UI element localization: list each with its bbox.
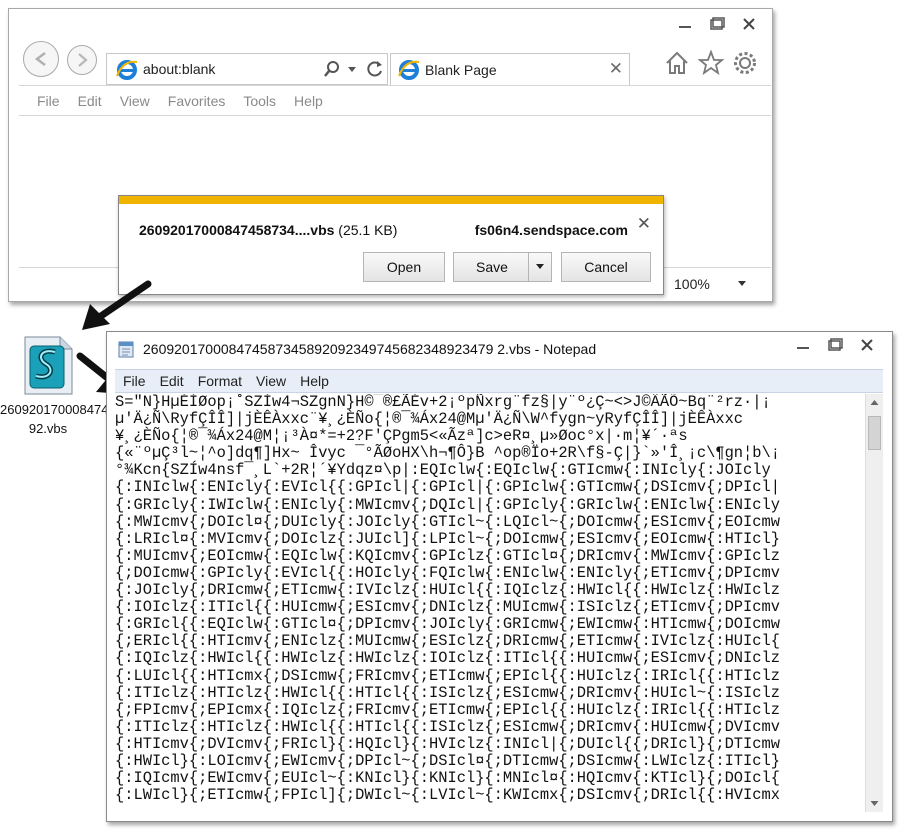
back-icon [34, 52, 46, 66]
scrollbar-thumb[interactable] [868, 416, 881, 450]
download-host: fs06n4.sendspace.com [474, 222, 628, 238]
close-icon [743, 18, 755, 30]
tab-title: Blank Page [425, 62, 497, 78]
notepad-window-controls [788, 334, 882, 356]
tab-blank-page[interactable]: Blank Page ✕ [390, 53, 630, 85]
menu-favorites[interactable]: Favorites [168, 86, 226, 115]
minimize-icon [679, 26, 691, 28]
zoom-dropdown-icon[interactable] [737, 280, 747, 288]
refresh-icon[interactable] [365, 59, 385, 79]
menu-edit[interactable]: Edit [78, 86, 102, 115]
scroll-up-icon[interactable] [870, 399, 879, 406]
search-icon[interactable] [323, 60, 341, 78]
download-file-size: (25.1 KB) [338, 222, 398, 238]
menu-view[interactable]: View [256, 370, 286, 392]
notepad-window: 2609201700084745873458920923497456823489… [106, 331, 893, 822]
menu-help[interactable]: Help [294, 86, 323, 115]
restore-icon [710, 17, 725, 30]
download-file-name: 26092017000847458734....vbs [139, 222, 335, 238]
home-icon[interactable] [663, 49, 691, 77]
chevron-down-icon [536, 264, 544, 269]
notepad-title: 2609201700084745873458920923497456823489… [143, 341, 597, 357]
close-window-button[interactable] [852, 334, 882, 356]
menu-help[interactable]: Help [300, 370, 329, 392]
vbs-script-icon[interactable] [22, 336, 74, 396]
arrow-icon [82, 280, 152, 330]
menu-edit[interactable]: Edit [160, 370, 184, 392]
save-button[interactable]: Save [453, 252, 531, 282]
ie-logo-icon [116, 60, 138, 80]
close-window-button[interactable] [734, 13, 764, 35]
desktop-file-label[interactable]: 2609201700084745873458920923497456823489… [0, 400, 318, 438]
download-bar-stripe [119, 196, 663, 204]
chevron-down-icon[interactable] [347, 66, 357, 74]
forward-button[interactable] [67, 45, 97, 75]
address-bar[interactable]: about:blank [106, 53, 388, 85]
settings-gear-icon[interactable] [731, 49, 759, 77]
zoom-level[interactable]: 100% [674, 276, 710, 292]
minimize-button[interactable] [670, 13, 700, 35]
tab-close-icon[interactable]: ✕ [609, 59, 623, 79]
vertical-scrollbar[interactable] [865, 394, 883, 812]
ie-menubar: File Edit View Favorites Tools Help [19, 85, 771, 116]
favorites-star-icon[interactable] [697, 49, 725, 77]
ie-window-controls [670, 13, 764, 35]
close-icon [861, 339, 873, 351]
forward-icon [78, 53, 88, 67]
back-button[interactable] [23, 41, 59, 77]
notepad-text-area[interactable]: S="N}HµÉÍØop¡˚SZÍw4¬SZgnN}H©¯®£ÃÉv+2¡ºpÑ… [115, 394, 859, 812]
restore-icon [828, 338, 843, 351]
maximize-button[interactable] [820, 334, 850, 356]
maximize-button[interactable] [702, 13, 732, 35]
notepad-icon [118, 341, 134, 358]
minimize-button[interactable] [788, 334, 818, 356]
menu-view[interactable]: View [120, 86, 150, 115]
menu-format[interactable]: Format [198, 370, 242, 392]
minimize-icon [797, 347, 809, 349]
menu-tools[interactable]: Tools [243, 86, 276, 115]
ie-logo-icon [398, 60, 420, 80]
cancel-button[interactable]: Cancel [561, 252, 651, 282]
download-bar: 26092017000847458734....vbs (25.1 KB) fs… [118, 195, 664, 295]
download-close-icon[interactable]: ✕ [637, 214, 651, 234]
notepad-menubar: File Edit Format View Help [115, 369, 883, 393]
save-dropdown-button[interactable] [528, 252, 552, 282]
menu-file[interactable]: File [37, 86, 60, 115]
open-button[interactable]: Open [363, 252, 445, 282]
scroll-down-icon[interactable] [870, 800, 879, 807]
address-text: about:blank [143, 61, 216, 77]
menu-file[interactable]: File [123, 370, 146, 392]
download-filename: 26092017000847458734....vbs (25.1 KB) [139, 222, 397, 238]
